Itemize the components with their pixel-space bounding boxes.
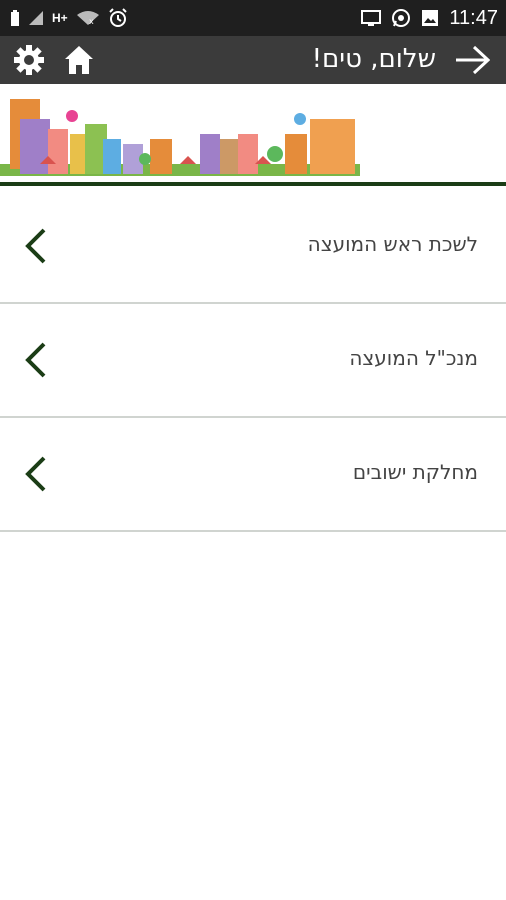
battery-icon [11,10,19,26]
chevron-left-icon [25,342,46,378]
wifi-icon: x [76,11,99,26]
svg-text:x: x [89,17,94,26]
image-icon [422,10,439,26]
menu-item-label: לשכת ראש המועצה [307,232,478,256]
page-title: שלום, טים! [311,44,436,74]
menu-item-mayor-office[interactable]: לשכת ראש המועצה [0,190,506,304]
status-right-icons: 11:47 [361,7,498,29]
chevron-left-icon [25,228,46,264]
menu-item-label: מחלקת ישובים [352,460,478,484]
menu-list: לשכת ראש המועצה מנכ"ל המועצה מחלקת ישובי… [0,190,506,532]
city-banner-image [0,84,506,184]
network-type-label: H+ [52,11,68,25]
signal-icon [29,11,43,25]
city-skyline-illustration [0,99,360,176]
menu-item-ceo[interactable]: מנכ"ל המועצה [0,304,506,418]
status-time: 11:47 [449,6,498,29]
status-left-icons: H+ x [10,7,128,29]
settings-gear-icon[interactable] [12,43,46,77]
status-bar: H+ x 11:47 [0,0,506,36]
app-bar: שלום, טים! [0,36,506,84]
banner-divider [0,182,506,186]
whatsapp-icon [392,9,411,27]
menu-item-label: מנכ"ל המועצה [349,346,478,370]
menu-item-settlements-department[interactable]: מחלקת ישובים [0,418,506,532]
home-icon[interactable] [62,43,96,77]
alarm-clock-icon [108,8,127,27]
chevron-left-icon [25,456,46,492]
screen-cast-icon [361,10,382,26]
back-arrow-icon[interactable] [454,44,490,76]
